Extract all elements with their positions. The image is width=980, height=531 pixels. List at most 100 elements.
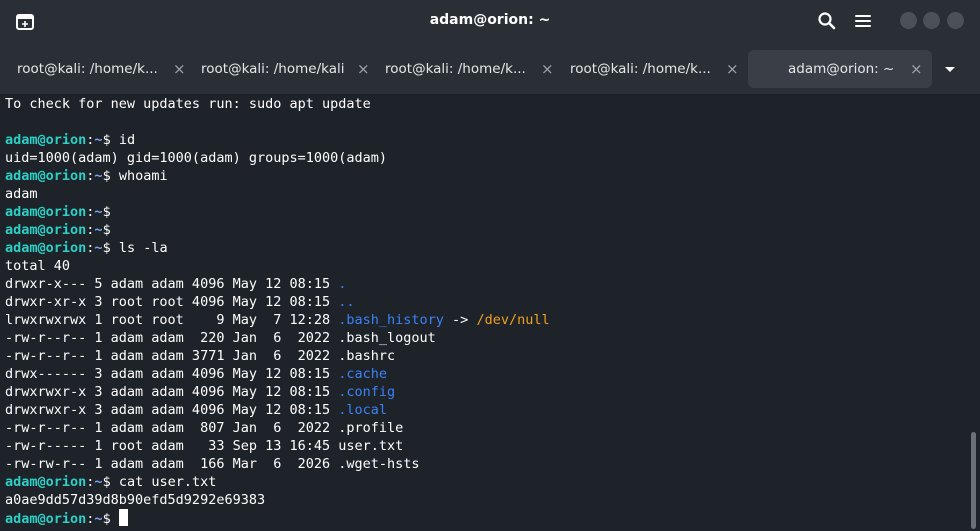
- close-window-button[interactable]: [947, 12, 964, 29]
- prompt-user-host: adam@orion: [5, 168, 87, 184]
- ls-entry-name: .bashrc: [338, 348, 396, 364]
- ls-entry-name: user.txt: [338, 438, 404, 454]
- terminal-line: -rw-r--r-- 1 adam adam 3771 Jan 6 2022 .…: [5, 348, 395, 364]
- prompt-path: ~: [94, 132, 103, 148]
- ls-entry-meta: drwx------ 3 adam adam 4096 May 12 08:15: [5, 366, 339, 382]
- prompt-symbol: $: [102, 204, 111, 220]
- prompt-user-host: adam@orion: [5, 511, 87, 527]
- terminal-line: adam@orion:~$ id: [5, 132, 135, 148]
- close-tab-icon[interactable]: ×: [541, 50, 554, 88]
- title-bar: adam@orion: ~: [0, 0, 980, 44]
- terminal-line: drwxr-xr-x 3 root root 4096 May 12 08:15…: [5, 294, 355, 310]
- output-text: total 40: [5, 258, 71, 274]
- terminal-line: adam: [5, 186, 38, 202]
- command-text: [111, 511, 119, 527]
- terminal-line: adam@orion:~$ ls -la: [5, 240, 168, 256]
- ls-entry-meta: drwxr-xr-x 3 root root 4096 May 12 08:15: [5, 294, 339, 310]
- tab-label: adam@orion: ~: [788, 61, 895, 77]
- prompt-symbol: $: [102, 511, 111, 527]
- ls-entry-name: ..: [338, 294, 355, 310]
- terminal-line: To check for new updates run: sudo apt u…: [5, 96, 371, 112]
- close-tab-icon[interactable]: ×: [726, 50, 739, 88]
- chevron-down-icon[interactable]: [942, 62, 958, 76]
- search-icon[interactable]: [816, 10, 838, 32]
- command-text: id: [110, 132, 136, 148]
- command-text: whoami: [110, 168, 168, 184]
- ls-entry-meta: drwxr-x--- 5 adam adam 4096 May 12 08:15: [5, 276, 339, 292]
- tab-bar: root@kali: /home/k... × root@kali: /home…: [0, 44, 980, 94]
- ls-entry-meta: -rw-rw-r-- 1 adam adam 166 Mar 6 2026: [5, 456, 339, 472]
- prompt-symbol: $: [102, 132, 111, 148]
- output-text: adam: [5, 186, 38, 202]
- prompt-user-host: adam@orion: [5, 222, 87, 238]
- terminal-window: adam@orion: ~ root@kali: /home/k... × ro…: [0, 0, 980, 531]
- terminal-cursor: [118, 509, 128, 526]
- prompt-path: ~: [94, 474, 103, 490]
- terminal-line: -rw-r----- 1 root adam 33 Sep 13 16:45 u…: [5, 438, 403, 454]
- terminal-line: drwxrwxr-x 3 adam adam 4096 May 12 08:15…: [5, 402, 387, 418]
- hamburger-menu-icon[interactable]: [852, 10, 874, 32]
- tab-root-kali-2[interactable]: root@kali: /home/kali ×: [189, 50, 370, 88]
- symlink-target: /dev/null: [476, 312, 550, 328]
- ls-entry-meta: -rw-r--r-- 1 adam adam 3771 Jan 6 2022: [5, 348, 339, 364]
- prompt-path: ~: [94, 204, 103, 220]
- terminal-line: adam@orion:~$: [5, 222, 111, 238]
- close-tab-icon[interactable]: ×: [357, 50, 370, 88]
- tab-root-kali-3[interactable]: root@kali: /home/k... ×: [373, 50, 554, 88]
- output-text: a0ae9dd57d39d8b90efd5d9292e69383: [5, 492, 266, 508]
- prompt-user-host: adam@orion: [5, 132, 87, 148]
- minimize-button[interactable]: [900, 12, 917, 29]
- scrollbar-thumb[interactable]: [971, 432, 976, 529]
- tab-adam-orion[interactable]: adam@orion: ~ ×: [748, 50, 932, 88]
- command-text: ls -la: [110, 240, 168, 256]
- terminal-output[interactable]: To check for new updates run: sudo apt u…: [0, 94, 968, 531]
- prompt-symbol: $: [102, 168, 111, 184]
- symlink-arrow: ->: [443, 312, 477, 328]
- tab-root-kali-4[interactable]: root@kali: /home/k... ×: [558, 50, 739, 88]
- terminal-line: drwxrwxr-x 3 adam adam 4096 May 12 08:15…: [5, 384, 395, 400]
- close-tab-icon[interactable]: ×: [910, 50, 923, 88]
- prompt-user-host: adam@orion: [5, 240, 87, 256]
- ls-entry-name: .local: [338, 402, 388, 418]
- prompt-path: ~: [94, 240, 103, 256]
- terminal-line: lrwxrwxrwx 1 root root 9 May 7 12:28 .ba…: [5, 312, 550, 328]
- terminal-text: To check for new updates run: sudo apt u…: [5, 95, 550, 528]
- prompt-user-host: adam@orion: [5, 204, 87, 220]
- ls-entry-meta: -rw-r----- 1 root adam 33 Sep 13 16:45: [5, 438, 339, 454]
- terminal-line: drwxr-x--- 5 adam adam 4096 May 12 08:15…: [5, 276, 346, 292]
- tab-label: root@kali: /home/k...: [17, 61, 158, 77]
- output-text: To check for new updates run: sudo apt u…: [5, 96, 371, 112]
- ls-entry-name: .: [338, 276, 347, 292]
- tab-root-kali-1[interactable]: root@kali: /home/k... ×: [5, 50, 186, 88]
- terminal-line: adam@orion:~$ whoami: [5, 168, 168, 184]
- prompt-path: ~: [94, 511, 103, 527]
- terminal-line: adam@orion:~$: [5, 509, 128, 527]
- ls-entry-meta: lrwxrwxrwx 1 root root 9 May 7 12:28: [5, 312, 339, 328]
- prompt-symbol: $: [102, 240, 111, 256]
- maximize-button[interactable]: [923, 12, 940, 29]
- close-tab-icon[interactable]: ×: [173, 50, 186, 88]
- prompt-symbol: $: [102, 474, 111, 490]
- tab-label: root@kali: /home/k...: [385, 61, 526, 77]
- scrollbar[interactable]: [968, 94, 980, 531]
- prompt-user-host: adam@orion: [5, 474, 87, 490]
- ls-entry-meta: -rw-r--r-- 1 adam adam 220 Jan 6 2022: [5, 330, 339, 346]
- ls-entry-name: .config: [338, 384, 396, 400]
- ls-entry-meta: drwxrwxr-x 3 adam adam 4096 May 12 08:15: [5, 384, 339, 400]
- tab-label: root@kali: /home/k...: [570, 61, 711, 77]
- prompt-path: ~: [94, 222, 103, 238]
- ls-entry-name: .cache: [338, 366, 388, 382]
- terminal-line: -rw-r--r-- 1 adam adam 220 Jan 6 2022 .b…: [5, 330, 436, 346]
- output-text: uid=1000(adam) gid=1000(adam) groups=100…: [5, 150, 388, 166]
- ls-entry-name: .profile: [338, 420, 404, 436]
- ls-entry-name: .bash_logout: [338, 330, 436, 346]
- terminal-line: uid=1000(adam) gid=1000(adam) groups=100…: [5, 150, 387, 166]
- terminal-line: adam@orion:~$: [5, 204, 111, 220]
- terminal-line: drwx------ 3 adam adam 4096 May 12 08:15…: [5, 366, 387, 382]
- terminal-line: a0ae9dd57d39d8b90efd5d9292e69383: [5, 492, 265, 508]
- ls-entry-name: .bash_history: [338, 312, 444, 328]
- terminal-line: adam@orion:~$ cat user.txt: [5, 474, 216, 490]
- ls-entry-meta: drwxrwxr-x 3 adam adam 4096 May 12 08:15: [5, 402, 339, 418]
- prompt-path: ~: [94, 168, 103, 184]
- terminal-line: -rw-r--r-- 1 adam adam 807 Jan 6 2022 .p…: [5, 420, 403, 436]
